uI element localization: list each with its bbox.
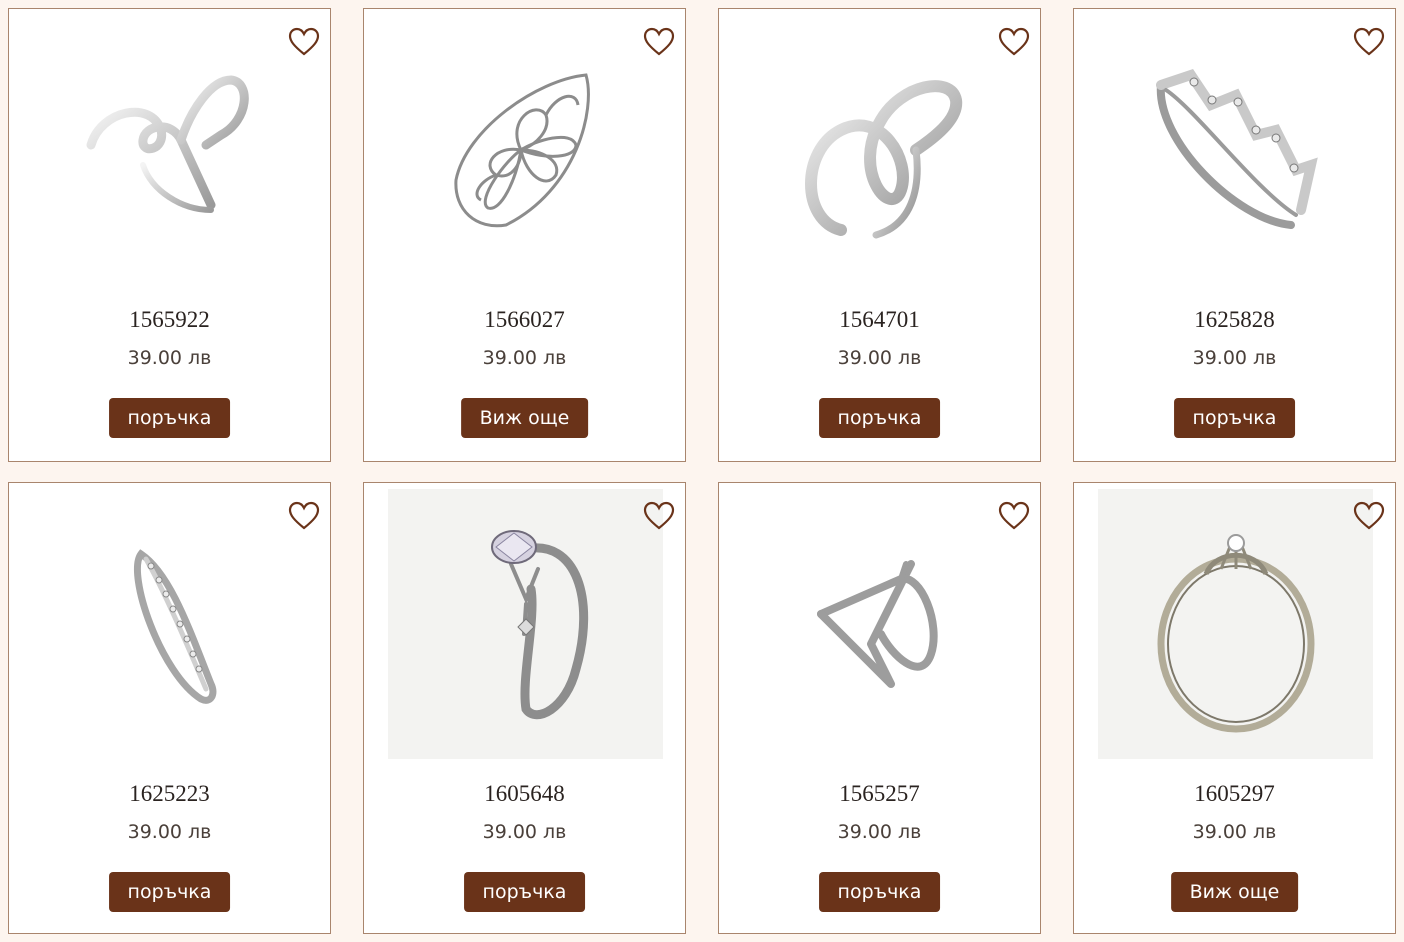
product-card[interactable]: 1565922 39.00 лв поръчка: [8, 8, 331, 462]
product-sku[interactable]: 1565922: [9, 307, 330, 333]
heart-icon[interactable]: [643, 501, 675, 531]
product-image[interactable]: [388, 15, 663, 285]
product-card[interactable]: 1565257 39.00 лв поръчка: [718, 482, 1041, 934]
product-price: 39.00 лв: [127, 821, 212, 843]
order-button[interactable]: поръчка: [463, 872, 586, 912]
product-card[interactable]: 1625828 39.00 лв поръчка: [1073, 8, 1396, 462]
order-button[interactable]: поръчка: [108, 398, 231, 438]
heart-icon[interactable]: [998, 27, 1030, 57]
heart-icon[interactable]: [998, 501, 1030, 531]
view-more-button[interactable]: Виж още: [1170, 872, 1299, 912]
heart-icon[interactable]: [288, 27, 320, 57]
product-grid: 1565922 39.00 лв поръчка 1566027 39.00 л…: [0, 0, 1404, 942]
product-card[interactable]: 1564701 39.00 лв поръчка: [718, 8, 1041, 462]
heart-icon[interactable]: [1353, 27, 1385, 57]
product-sku[interactable]: 1566027: [364, 307, 685, 333]
product-image[interactable]: [33, 489, 308, 759]
product-card[interactable]: 1566027 39.00 лв Виж още: [363, 8, 686, 462]
product-image[interactable]: [743, 15, 1018, 285]
product-sku[interactable]: 1605648: [364, 781, 685, 807]
product-card[interactable]: 1605648 39.00 лв поръчка: [363, 482, 686, 934]
order-button[interactable]: поръчка: [1173, 398, 1296, 438]
order-button[interactable]: поръчка: [818, 398, 941, 438]
product-image[interactable]: [1098, 489, 1373, 759]
product-image[interactable]: [33, 15, 308, 285]
view-more-button[interactable]: Виж още: [460, 398, 589, 438]
order-button[interactable]: поръчка: [108, 872, 231, 912]
product-image[interactable]: [1098, 15, 1373, 285]
product-price: 39.00 лв: [1192, 347, 1277, 369]
product-image[interactable]: [388, 489, 663, 759]
heart-icon[interactable]: [643, 27, 675, 57]
product-card[interactable]: 1625223 39.00 лв поръчка: [8, 482, 331, 934]
product-price: 39.00 лв: [837, 821, 922, 843]
product-sku[interactable]: 1564701: [719, 307, 1040, 333]
product-image[interactable]: [743, 489, 1018, 759]
product-price: 39.00 лв: [482, 821, 567, 843]
product-price: 39.00 лв: [1192, 821, 1277, 843]
product-card[interactable]: 1605297 39.00 лв Виж още: [1073, 482, 1396, 934]
product-sku[interactable]: 1565257: [719, 781, 1040, 807]
product-price: 39.00 лв: [482, 347, 567, 369]
order-button[interactable]: поръчка: [818, 872, 941, 912]
product-sku[interactable]: 1625223: [9, 781, 330, 807]
product-sku[interactable]: 1625828: [1074, 307, 1395, 333]
product-price: 39.00 лв: [837, 347, 922, 369]
product-sku[interactable]: 1605297: [1074, 781, 1395, 807]
heart-icon[interactable]: [288, 501, 320, 531]
heart-icon[interactable]: [1353, 501, 1385, 531]
product-price: 39.00 лв: [127, 347, 212, 369]
